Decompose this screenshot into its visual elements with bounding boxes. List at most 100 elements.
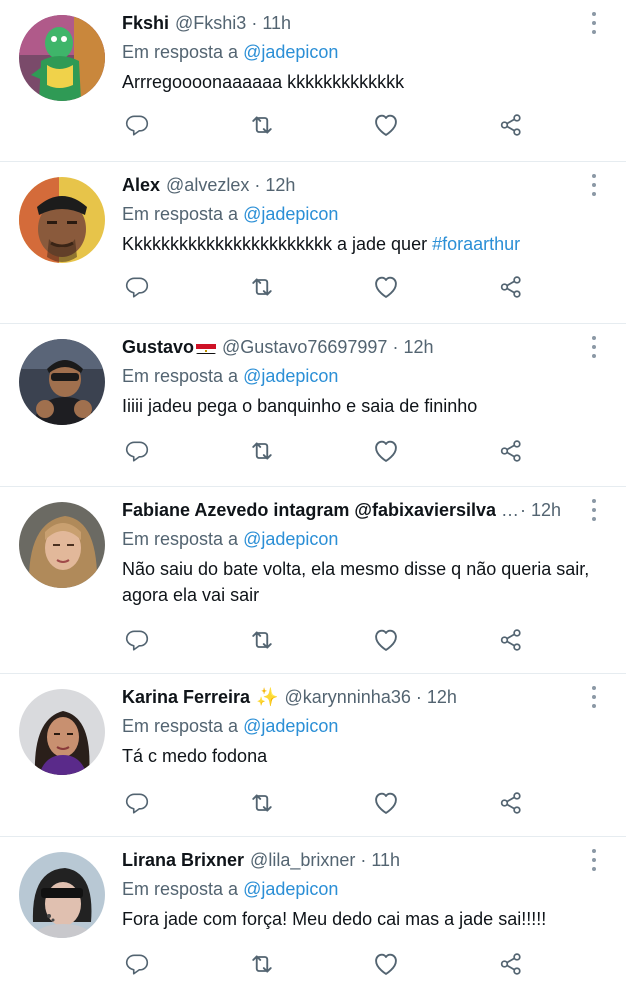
reply-icon	[124, 438, 150, 464]
reply-button[interactable]	[122, 949, 152, 979]
like-button[interactable]	[371, 788, 401, 818]
author-name[interactable]: Gustavo	[122, 335, 194, 359]
share-icon	[498, 112, 524, 138]
retweet-button[interactable]	[247, 788, 277, 818]
retweet-button[interactable]	[247, 272, 277, 302]
avatar[interactable]	[19, 339, 105, 425]
tweet[interactable]: Fkshi @Fkshi3 · 11h Em resposta a @jadep…	[0, 0, 626, 162]
tweet-text: Arrregoooonaaaaaa kkkkkkkkkkkkk	[122, 72, 405, 92]
reply-prefix: Em resposta a	[122, 204, 239, 224]
tweet[interactable]: Karina Ferreira ✨ @karynninha36 · 12h Em…	[0, 674, 626, 837]
timestamp[interactable]: 12h	[427, 685, 457, 709]
timestamp[interactable]: 12h	[265, 173, 295, 197]
share-button[interactable]	[496, 788, 526, 818]
author-handle[interactable]: @karynninha36	[285, 685, 411, 709]
hashtag-link[interactable]: #foraarthur	[432, 234, 520, 254]
avatar[interactable]	[19, 689, 105, 775]
avatar[interactable]	[19, 177, 105, 263]
retweet-button[interactable]	[247, 110, 277, 140]
avatar-image	[19, 15, 105, 101]
separator: ·	[251, 13, 258, 33]
reply-button[interactable]	[122, 625, 152, 655]
retweet-button[interactable]	[247, 949, 277, 979]
share-button[interactable]	[496, 949, 526, 979]
avatar[interactable]	[19, 502, 105, 588]
more-options-icon[interactable]	[588, 499, 600, 521]
share-button[interactable]	[496, 625, 526, 655]
separator: ·	[254, 175, 261, 195]
author-handle[interactable]: @lila_brixner	[250, 848, 355, 872]
mention-link[interactable]: @jadepicon	[243, 529, 338, 549]
more-options-icon[interactable]	[588, 174, 600, 196]
mention-link[interactable]: @jadepicon	[243, 42, 338, 62]
reply-context: Em resposta a @jadepicon	[122, 201, 602, 227]
retweet-icon	[248, 437, 276, 465]
tweet-text: Iiiii jadeu pega o banquinho e saia de f…	[122, 396, 478, 416]
tweet[interactable]: Alex @alvezlex · 12h Em resposta a @jade…	[0, 162, 626, 324]
like-button[interactable]	[371, 625, 401, 655]
mention-link[interactable]: @jadepicon	[243, 716, 338, 736]
reply-button[interactable]	[122, 272, 152, 302]
timestamp[interactable]: 12h	[403, 335, 433, 359]
like-button[interactable]	[371, 110, 401, 140]
more-options-icon[interactable]	[588, 336, 600, 358]
author-name[interactable]: Alex	[122, 173, 160, 197]
author-name[interactable]: Fkshi	[122, 11, 169, 35]
reply-context: Em resposta a @jadepicon	[122, 876, 602, 902]
author-name[interactable]: Karina Ferreira	[122, 685, 250, 709]
reply-button[interactable]	[122, 110, 152, 140]
action-bar	[122, 436, 526, 466]
reply-button[interactable]	[122, 436, 152, 466]
like-icon	[372, 111, 400, 139]
share-button[interactable]	[496, 110, 526, 140]
like-icon	[372, 789, 400, 817]
author-handle[interactable]: @Gustavo76697997	[222, 335, 387, 359]
reply-icon	[124, 627, 150, 653]
avatar-image	[19, 852, 105, 938]
avatar[interactable]	[19, 15, 105, 101]
author-handle[interactable]: @Fkshi3	[175, 11, 246, 35]
separator: ·	[392, 337, 399, 357]
reply-context: Em resposta a @jadepicon	[122, 526, 602, 552]
reply-prefix: Em resposta a	[122, 42, 239, 62]
like-icon	[372, 437, 400, 465]
reply-button[interactable]	[122, 788, 152, 818]
reply-icon	[124, 274, 150, 300]
mention-link[interactable]: @jadepicon	[243, 366, 338, 386]
timestamp[interactable]: 11h	[371, 848, 400, 872]
like-icon	[372, 950, 400, 978]
like-button[interactable]	[371, 436, 401, 466]
tweet[interactable]: Gustavo @Gustavo76697997 · 12h Em respos…	[0, 324, 626, 487]
avatar-image	[19, 502, 105, 588]
egypt-flag-icon	[196, 340, 217, 354]
action-bar	[122, 788, 526, 818]
timestamp[interactable]: 11h	[262, 11, 291, 35]
share-icon	[498, 438, 524, 464]
avatar-image	[19, 339, 105, 425]
like-button[interactable]	[371, 272, 401, 302]
tweet[interactable]: Lirana Brixner @lila_brixner · 11h Em re…	[0, 837, 626, 999]
sparkles-icon: ✨	[256, 687, 279, 707]
timestamp[interactable]: 12h	[531, 498, 561, 522]
like-button[interactable]	[371, 949, 401, 979]
author-handle[interactable]: @alvezlex	[166, 173, 249, 197]
more-options-icon[interactable]	[588, 12, 600, 34]
avatar[interactable]	[19, 852, 105, 938]
separator: ·	[415, 687, 422, 707]
retweet-button[interactable]	[247, 436, 277, 466]
share-button[interactable]	[496, 272, 526, 302]
more-options-icon[interactable]	[588, 686, 600, 708]
tweet-text: Tá c medo fodona	[122, 746, 268, 766]
mention-link[interactable]: @jadepicon	[243, 204, 338, 224]
more-options-icon[interactable]	[588, 849, 600, 871]
author-name[interactable]: Fabiane Azevedo intagram @fabixaviersilv…	[122, 498, 496, 522]
retweet-button[interactable]	[247, 625, 277, 655]
tweet-text: Fora jade com força! Meu dedo cai mas a …	[122, 909, 547, 929]
author-name[interactable]: Lirana Brixner	[122, 848, 244, 872]
share-button[interactable]	[496, 436, 526, 466]
tweet[interactable]: Fabiane Azevedo intagram @fabixaviersilv…	[0, 487, 626, 674]
separator: ·	[520, 500, 527, 520]
action-bar	[122, 272, 526, 302]
mention-link[interactable]: @jadepicon	[243, 879, 338, 899]
reply-prefix: Em resposta a	[122, 529, 239, 549]
